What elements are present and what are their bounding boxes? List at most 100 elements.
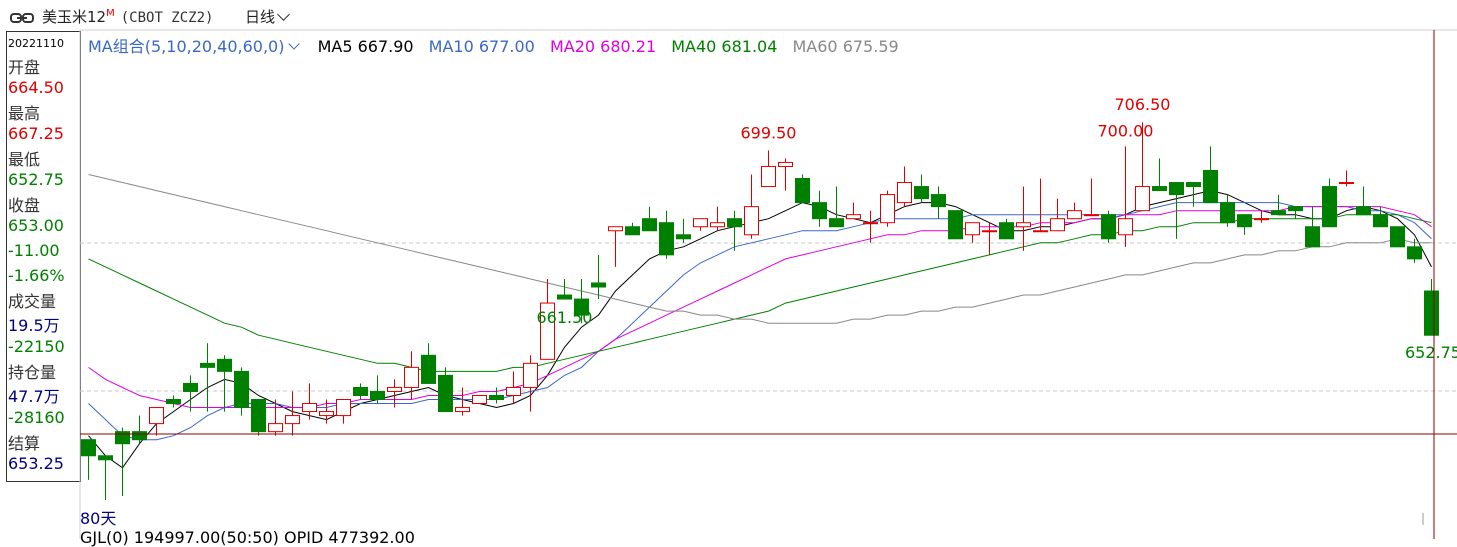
candle-body xyxy=(659,222,674,256)
candle-body xyxy=(98,455,113,461)
candle xyxy=(336,399,351,424)
indicator-strip: GJL(0) 194997.00(50:50) OPID 477392.00 xyxy=(80,528,415,547)
candle-body xyxy=(863,222,878,225)
candle-body xyxy=(812,202,827,220)
candle-body xyxy=(1271,210,1286,216)
candle-body xyxy=(1237,214,1252,228)
price-annotation: 699.50 xyxy=(741,123,797,142)
candle xyxy=(200,343,215,412)
candle-body xyxy=(149,407,164,425)
ma-group-label[interactable]: MA组合(5,10,20,40,60,0) xyxy=(88,37,284,56)
candle xyxy=(166,395,181,408)
candle xyxy=(676,218,691,243)
candle xyxy=(1220,194,1235,227)
candle xyxy=(1424,278,1439,336)
candle-body xyxy=(455,407,470,413)
candle-body xyxy=(778,161,793,167)
candle-body xyxy=(948,210,963,240)
candle xyxy=(965,222,980,243)
candle-body xyxy=(115,431,130,445)
candle xyxy=(353,383,368,400)
candle xyxy=(370,375,385,404)
candle-body xyxy=(1016,222,1031,228)
candle xyxy=(506,371,521,404)
candle xyxy=(421,343,436,384)
candle xyxy=(846,202,861,220)
candle xyxy=(132,415,147,444)
candle-body xyxy=(642,218,657,232)
candle-body xyxy=(370,390,385,401)
candle xyxy=(1288,206,1303,219)
candle-body xyxy=(1169,182,1184,196)
candle-body xyxy=(727,218,742,228)
candle xyxy=(829,186,844,228)
ma10-legend: MA10 677.00 xyxy=(428,37,535,56)
ma20-legend: MA20 680.21 xyxy=(549,37,657,56)
candle xyxy=(642,206,657,232)
candle xyxy=(914,174,929,203)
candle-body xyxy=(897,182,912,204)
candle-body xyxy=(234,370,249,409)
candle xyxy=(1339,170,1354,187)
candle-body xyxy=(404,366,419,388)
candle-body xyxy=(591,282,606,288)
ma-group-chevron-icon[interactable] xyxy=(288,38,301,50)
candle xyxy=(931,186,946,219)
price-annotation: 652.75 xyxy=(1405,343,1457,362)
candle xyxy=(81,439,96,480)
candle-body xyxy=(880,194,895,224)
candle-body xyxy=(132,431,147,441)
candle-body xyxy=(557,294,572,300)
candle-body xyxy=(336,399,351,417)
candle-body xyxy=(1373,214,1388,228)
candle-body xyxy=(285,415,300,425)
candle-body xyxy=(387,386,402,392)
candle-body xyxy=(846,214,861,220)
visible-days-label: 80天 xyxy=(80,509,117,528)
candle xyxy=(455,387,470,416)
candle xyxy=(999,218,1014,240)
candle xyxy=(1084,178,1099,217)
candle-body xyxy=(1152,186,1167,192)
price-annotation: 706.50 xyxy=(1115,95,1171,114)
candle xyxy=(795,174,810,204)
candle-body xyxy=(1288,206,1303,212)
candle-body xyxy=(1220,202,1235,224)
candle-body xyxy=(319,411,334,417)
candle xyxy=(234,367,249,416)
candle-body xyxy=(1067,210,1082,220)
candle-body xyxy=(1135,186,1150,212)
candle-body xyxy=(1101,214,1116,240)
candle-body xyxy=(829,218,844,228)
candle xyxy=(472,394,487,405)
candle xyxy=(625,222,640,236)
candle-body xyxy=(744,206,759,236)
candle xyxy=(608,226,623,267)
candle-body xyxy=(472,394,487,405)
ma20-line xyxy=(88,206,1432,408)
candle-body xyxy=(1407,246,1422,260)
candle-body xyxy=(251,399,266,433)
candle xyxy=(744,174,759,239)
candle-body xyxy=(1203,169,1218,204)
candle xyxy=(115,427,130,496)
candle-body xyxy=(1424,290,1439,336)
candle xyxy=(217,355,232,412)
candle-body xyxy=(302,403,317,413)
candle-body xyxy=(1084,214,1099,217)
candle-body xyxy=(1305,226,1320,248)
candle-body xyxy=(489,394,504,401)
candle xyxy=(1356,186,1371,216)
candle-body xyxy=(761,165,776,188)
candle xyxy=(659,210,674,259)
candle-body xyxy=(183,382,198,392)
candle xyxy=(761,150,776,188)
price-annotation: 661.50 xyxy=(537,308,593,327)
candle xyxy=(982,222,997,255)
candle xyxy=(1203,146,1218,204)
candle xyxy=(1237,214,1252,235)
candlestick-chart[interactable]: 699.50 706.50 700.00 661.50 652.75 xyxy=(0,0,1457,539)
candle xyxy=(1118,146,1133,247)
candle xyxy=(285,391,300,436)
candle xyxy=(251,399,266,436)
